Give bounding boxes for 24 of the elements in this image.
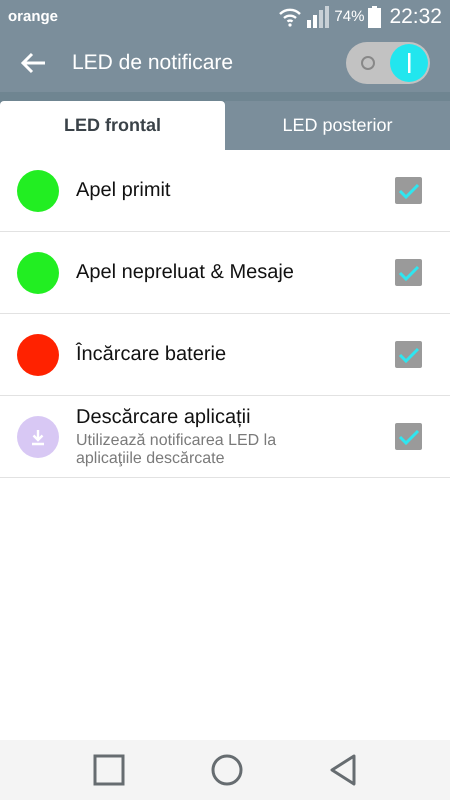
checkbox[interactable] xyxy=(395,177,422,204)
checkbox[interactable] xyxy=(395,259,422,286)
tab[interactable]: LED frontal xyxy=(0,101,225,150)
signal-icon xyxy=(306,6,330,28)
item-description: Utilizează notificarea LED la aplicaţiile descărcate xyxy=(76,432,278,468)
item-title: Încărcare baterie xyxy=(76,343,228,366)
item-title: Apel nepreluat & Mesaje xyxy=(76,261,295,284)
home-icon[interactable] xyxy=(211,754,243,786)
back-arrow-icon[interactable] xyxy=(20,52,46,74)
carrier-name: orange xyxy=(8,8,58,25)
download-icon xyxy=(17,416,59,458)
checkbox[interactable] xyxy=(395,423,422,450)
off-circle-icon xyxy=(360,54,376,70)
screen-title: LED de notificare xyxy=(72,50,234,74)
battery-percent: 74% xyxy=(334,8,364,25)
item-title: Descărcare aplicații xyxy=(76,406,252,428)
battery-icon xyxy=(368,6,382,28)
back-icon[interactable] xyxy=(329,754,357,786)
clock: 22:32 xyxy=(389,4,442,28)
recent-apps-icon[interactable] xyxy=(93,754,125,786)
item-title: Apel primit xyxy=(76,179,172,202)
master-switch[interactable] xyxy=(346,42,430,84)
wifi-icon xyxy=(278,6,302,26)
checkbox[interactable] xyxy=(395,341,422,368)
